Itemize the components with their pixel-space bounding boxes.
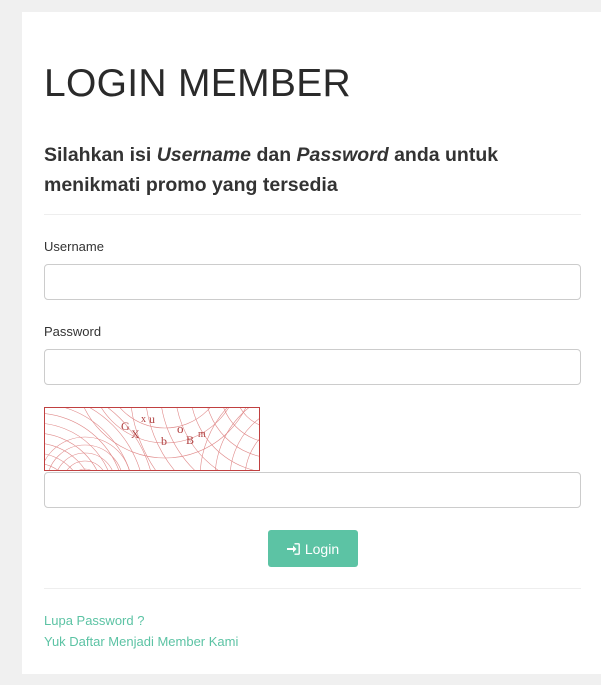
- login-card: LOGIN MEMBER Silahkan isi Username dan P…: [0, 12, 601, 674]
- forgot-password-link[interactable]: Lupa Password ?: [44, 613, 144, 628]
- svg-text:o: o: [177, 421, 184, 436]
- footer-divider: [44, 588, 581, 589]
- login-button-label: Login: [304, 540, 340, 557]
- svg-text:m: m: [198, 429, 206, 440]
- captcha-noise: G X x u b o B m: [0, 242, 421, 624]
- svg-text:x: x: [141, 414, 146, 425]
- sign-in-icon: [286, 542, 300, 555]
- password-emphasis: Password: [296, 144, 389, 166]
- password-label: Password: [44, 324, 102, 339]
- svg-text:u: u: [149, 412, 155, 426]
- username-input[interactable]: [44, 264, 581, 300]
- svg-text:b: b: [161, 434, 167, 448]
- captcha-input[interactable]: [44, 472, 581, 508]
- login-button[interactable]: Login: [268, 530, 358, 567]
- login-instruction: Silahkan isi Username dan Password anda …: [44, 144, 499, 196]
- captcha-text: G: [121, 419, 130, 433]
- register-link[interactable]: Yuk Daftar Menjadi Member Kami: [44, 634, 238, 649]
- page-title: LOGIN MEMBER: [44, 62, 351, 105]
- svg-text:X: X: [131, 427, 140, 441]
- password-input[interactable]: [44, 349, 581, 385]
- username-emphasis: Username: [156, 144, 252, 166]
- svg-text:B: B: [186, 433, 194, 447]
- header-divider: [44, 214, 581, 215]
- username-label: Username: [44, 239, 104, 254]
- captcha-image: G X x u b o B m: [0, 242, 421, 624]
